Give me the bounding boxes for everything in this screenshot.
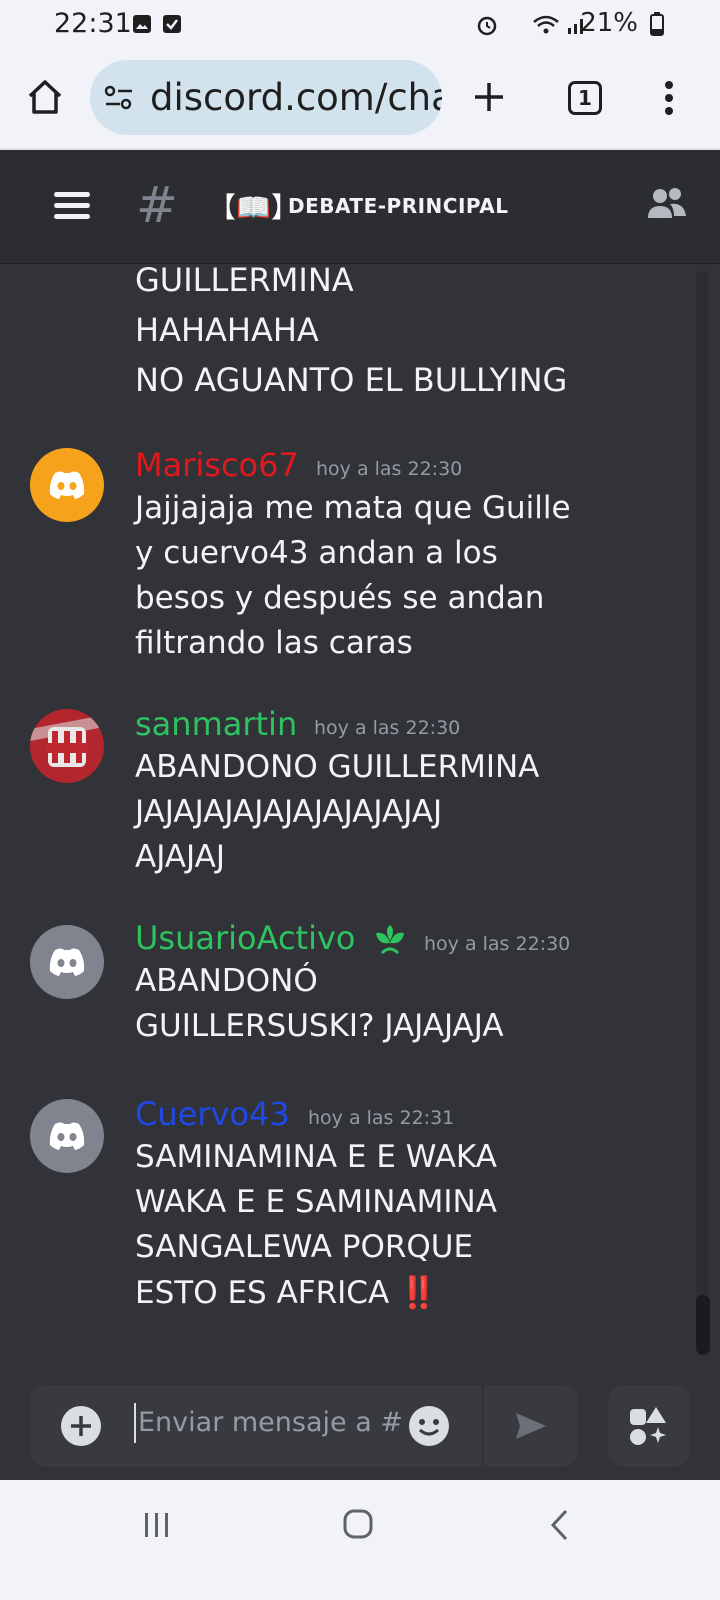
recent-apps-icon[interactable] [142,1510,172,1540]
browser-toolbar: discord.com/cha 1 [0,50,720,150]
message-author[interactable]: Cuervo43 [135,1095,290,1133]
home-nav-icon[interactable] [342,1508,374,1540]
message-line: ABANDONO GUILLERMINA [135,749,540,785]
message-line: Jajjajaja me mata que Guille [135,490,571,526]
scrollbar-thumb[interactable] [696,1295,710,1355]
message-line: GUILLERMINA [135,265,354,299]
message-line: ESTO ES AFRICA ‼️ [135,1274,438,1311]
avatar[interactable] [30,448,104,522]
message-line: ABANDONÓ [135,963,318,999]
message-line: SAMINAMINA E E WAKA [135,1139,497,1175]
add-attachment-icon[interactable] [60,1405,102,1447]
composer-divider [482,1385,483,1467]
apps-sparkle-icon [630,1407,666,1445]
battery-text: 21% [580,8,638,38]
double-exclamation-emoji: ‼️ [399,1275,438,1311]
discord-logo-icon [49,948,85,976]
send-icon[interactable] [514,1409,548,1443]
message-timestamp: hoy a las 22:30 [424,933,571,955]
message-author[interactable]: Marisco67 [135,446,299,484]
message-input[interactable]: Enviar mensaje a # [30,1385,578,1467]
message-input-placeholder: Enviar mensaje a # [138,1407,403,1438]
tab-switcher-button[interactable]: 1 [568,81,602,115]
checkbox-icon [163,15,181,33]
image-icon [133,15,151,33]
scrollbar-track[interactable] [696,271,708,1351]
message-line-text: ESTO ES AFRICA [135,1275,390,1311]
message-author[interactable]: sanmartin [135,705,297,743]
status-time: 22:31 [54,8,132,39]
battery-icon [650,12,664,36]
club-crest-image [30,709,104,783]
message-composer: Enviar mensaje a # [0,1355,720,1480]
back-nav-icon[interactable] [548,1508,572,1542]
site-settings-icon[interactable] [104,84,134,112]
role-leaf-icon [376,925,404,955]
message-author[interactable]: UsuarioActivo [135,919,355,957]
channel-hash-icon: # [136,176,178,234]
new-tab-icon[interactable] [472,80,506,114]
message-line: WAKA E E SAMINAMINA [135,1184,497,1220]
url-bar[interactable]: discord.com/cha [90,60,442,135]
message-timestamp: hoy a las 22:30 [316,458,463,480]
avatar[interactable] [30,925,104,999]
message-line: y cuervo43 andan a los [135,535,498,571]
members-icon[interactable] [646,184,688,226]
discord-logo-icon [49,1122,85,1150]
message-line: SANGALEWA PORQUE [135,1229,474,1265]
message-timestamp: hoy a las 22:31 [308,1107,455,1129]
message-line: JAJAJAJAJAJAJAJAJAJAJ [135,794,443,830]
message-line: filtrando las caras [135,625,413,661]
message-line: besos y después se andan [135,580,545,616]
home-icon[interactable] [26,78,64,116]
system-nav-bar [0,1480,720,1600]
emoji-picker-icon[interactable] [408,1405,450,1447]
message-line: NO AGUANTO EL BULLYING [135,361,568,399]
message-line: AJAJAJ [135,839,225,875]
message-line: GUILLERSUSKI? JAJAJAJA [135,1008,504,1044]
status-bar: 22:31 21% [0,0,720,50]
channel-emoji: 【📖】 [208,191,299,224]
more-menu-icon[interactable] [664,80,674,116]
url-text: discord.com/cha [150,76,442,119]
hamburger-menu-icon[interactable] [54,192,90,220]
text-caret [134,1403,136,1443]
wifi-icon [533,15,559,34]
apps-button[interactable] [608,1385,690,1467]
message-line: HAHAHAHA [135,311,319,349]
discord-logo-icon [49,471,85,499]
channel-header: # 【📖】 DEBATE-PRINCIPAL [0,150,720,264]
message-list[interactable]: GUILLERMINA HAHAHAHA NO AGUANTO EL BULLY… [0,265,720,1355]
avatar[interactable] [30,1099,104,1173]
channel-name[interactable]: DEBATE-PRINCIPAL [288,194,508,218]
message-timestamp: hoy a las 22:30 [314,717,461,739]
avatar[interactable] [30,709,104,783]
alarm-icon [477,16,497,36]
